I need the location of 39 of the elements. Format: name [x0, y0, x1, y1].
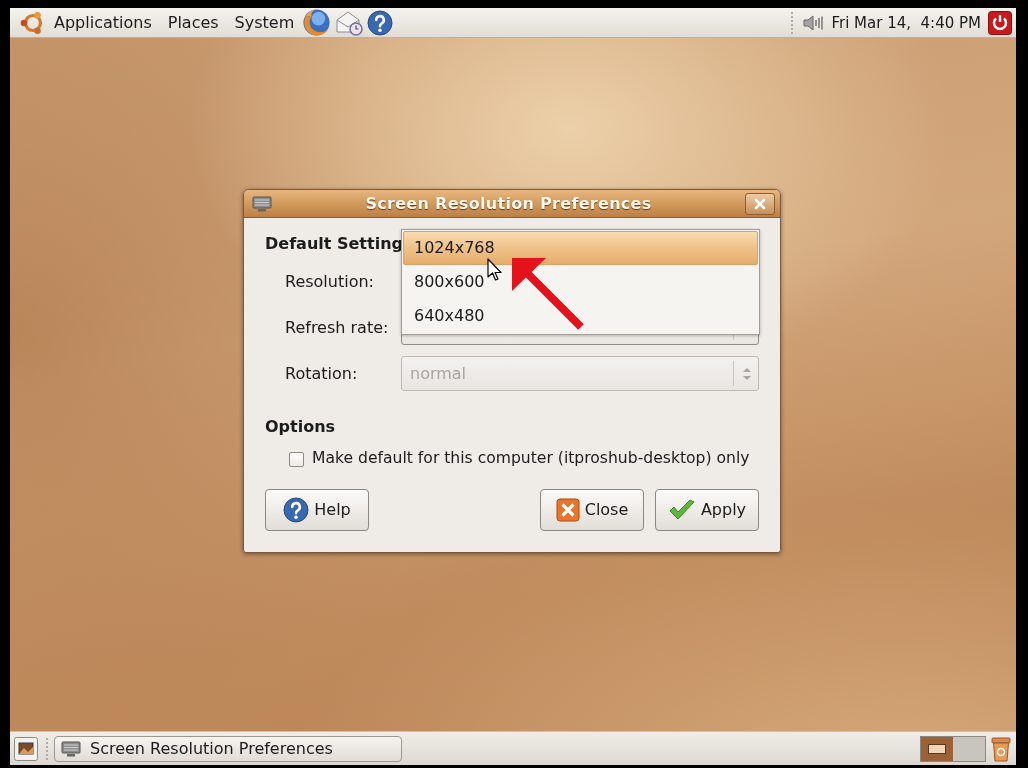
up-down-arrows-icon — [742, 366, 752, 381]
help-icon[interactable] — [367, 9, 394, 36]
field-label: Resolution: — [285, 270, 374, 293]
field-label: Rotation: — [285, 362, 358, 385]
close-button[interactable]: Close — [540, 489, 644, 531]
envelope-clock-icon[interactable] — [335, 9, 364, 36]
menu-item[interactable]: Places — [159, 7, 227, 38]
workspace-thumbnail[interactable] — [953, 736, 985, 761]
help-icon — [283, 497, 310, 523]
window-title: Screen Resolution Preferences — [364, 192, 653, 215]
dropdown-option[interactable]: 640x480 — [403, 299, 758, 333]
trash-icon[interactable] — [990, 735, 1012, 762]
workspace-thumbnail[interactable] — [921, 736, 953, 761]
checkbox-label[interactable]: Make default for this computer (itproshub-desktop) only — [312, 447, 750, 471]
window-close-button[interactable] — [745, 192, 775, 215]
clock-text[interactable]: Fri Mar 14, 4:40 PM — [825, 7, 988, 38]
field-label: Refresh rate: — [285, 316, 389, 339]
speaker-icon[interactable] — [803, 14, 826, 31]
annotation-arrow — [512, 258, 584, 330]
globe-icon[interactable] — [302, 8, 332, 37]
menu-item[interactable]: Applications — [46, 7, 160, 38]
monitor-icon — [61, 740, 81, 757]
taskbar-button[interactable]: Screen Resolution Preferences — [54, 735, 402, 762]
apply-button[interactable]: Apply — [655, 489, 759, 531]
section-heading: Options — [265, 417, 336, 437]
section-heading: Default Setting — [265, 234, 403, 254]
power-icon[interactable] — [988, 10, 1012, 35]
dropdown-option[interactable]: 800x600 — [403, 265, 758, 299]
checkmark-icon — [667, 499, 696, 521]
close-icon — [555, 498, 580, 522]
help-button[interactable]: Help — [265, 489, 369, 531]
checkbox[interactable] — [289, 451, 304, 467]
mouse-pointer-icon — [487, 258, 503, 282]
monitor-icon[interactable] — [252, 195, 272, 212]
dropdown-field: normal — [401, 356, 759, 391]
dropdown-option[interactable]: 1024x768 — [403, 231, 758, 265]
menu-item[interactable]: System — [226, 7, 303, 38]
close-icon — [754, 197, 766, 210]
show-desktop-icon[interactable] — [14, 736, 38, 761]
